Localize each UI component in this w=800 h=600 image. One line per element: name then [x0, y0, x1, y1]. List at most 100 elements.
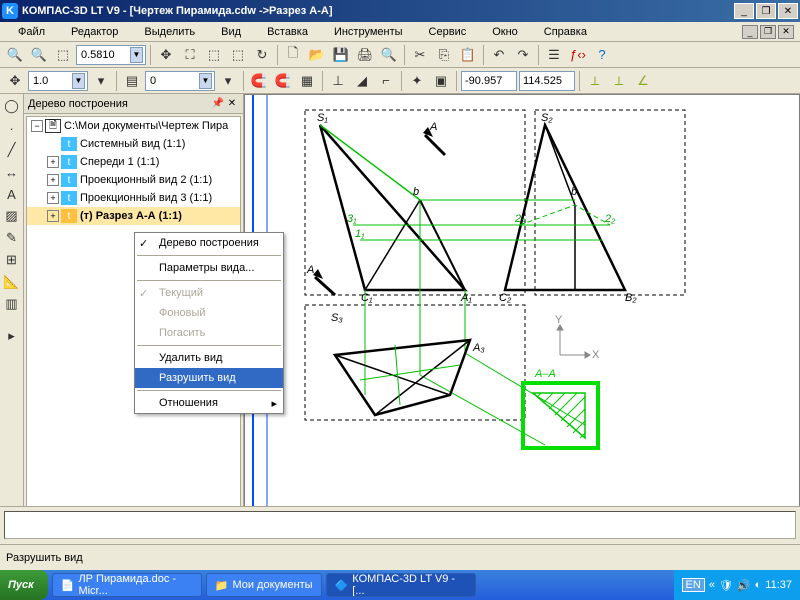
- window-title: КОМПАС-3D LT V9 - [Чертеж Пирамида.cdw -…: [22, 5, 734, 17]
- redo-icon[interactable]: ↷: [512, 44, 534, 66]
- undo-icon[interactable]: ↶: [488, 44, 510, 66]
- zoom-in-icon[interactable]: 🔍: [4, 44, 26, 66]
- line-icon[interactable]: ╱: [2, 140, 22, 160]
- ctx-tree[interactable]: ✓Дерево построения: [135, 233, 283, 253]
- menu-help[interactable]: Справка: [532, 24, 599, 40]
- tree-item[interactable]: +t Спереди 1 (1:1): [27, 153, 240, 171]
- menu-tools[interactable]: Инструменты: [322, 24, 415, 40]
- tree-item-selected[interactable]: +t (т) Разрез А-А (1:1): [27, 207, 240, 225]
- preview-icon[interactable]: 🔍: [378, 44, 400, 66]
- minimize-button[interactable]: _: [734, 3, 754, 19]
- chevron-down-icon[interactable]: ▼: [72, 73, 85, 89]
- tray-icon[interactable]: 🔊: [737, 579, 751, 592]
- edit-icon[interactable]: ✎: [2, 228, 22, 248]
- save-icon[interactable]: 💾: [330, 44, 352, 66]
- panel-close-icon[interactable]: ✕: [225, 97, 239, 111]
- taskbar-task[interactable]: 📁 Мои документы: [206, 573, 322, 597]
- spec-icon[interactable]: ▥: [2, 294, 22, 314]
- mdi-restore-button[interactable]: ❐: [760, 25, 776, 39]
- snap2-icon[interactable]: 🧲: [272, 70, 294, 92]
- param2-icon[interactable]: ⊞: [2, 250, 22, 270]
- lang-indicator[interactable]: EN: [682, 578, 705, 592]
- restore-button[interactable]: ❐: [756, 3, 776, 19]
- drawing-canvas[interactable]: А А X Y А–А S₁S₂: [244, 94, 800, 544]
- system-tray[interactable]: EN « 🛡 🔊 ◐ 11:37: [674, 570, 800, 600]
- param-icon[interactable]: ✦: [406, 70, 428, 92]
- ctx-params[interactable]: Параметры вида...: [135, 258, 283, 278]
- tray-icon[interactable]: ◐: [755, 579, 762, 591]
- mdi-close-button[interactable]: ✕: [778, 25, 794, 39]
- tray-icon[interactable]: «: [709, 579, 715, 591]
- tree-root[interactable]: −🗎 C:\Мои документы\Чертеж Пира: [27, 117, 240, 135]
- menu-edit[interactable]: Редактор: [59, 24, 130, 40]
- dim3-icon[interactable]: ∠: [632, 70, 654, 92]
- layer-combo[interactable]: 0 ▼: [145, 71, 215, 91]
- measure-icon[interactable]: 📐: [2, 272, 22, 292]
- next-view-icon[interactable]: ⬚: [227, 44, 249, 66]
- fit-icon[interactable]: ⛶: [179, 44, 201, 66]
- menu-select[interactable]: Выделить: [132, 24, 207, 40]
- dimension-icon[interactable]: ↔: [2, 162, 22, 182]
- zoom-combo[interactable]: 0.5810 ▼: [76, 45, 146, 65]
- zoom-out-icon[interactable]: 🔍: [28, 44, 50, 66]
- menu-window[interactable]: Окно: [480, 24, 530, 40]
- pan-icon[interactable]: ✥: [155, 44, 177, 66]
- cut-icon[interactable]: ✂: [409, 44, 431, 66]
- hatch-icon[interactable]: ▨: [2, 206, 22, 226]
- menu-view[interactable]: Вид: [209, 24, 253, 40]
- mdi-minimize-button[interactable]: _: [742, 25, 758, 39]
- open-icon[interactable]: 📂: [306, 44, 328, 66]
- dropdown-icon[interactable]: ▾: [90, 70, 112, 92]
- dim2-icon[interactable]: ⟂: [608, 70, 630, 92]
- tree-item[interactable]: +t Проекционный вид 3 (1:1): [27, 189, 240, 207]
- constraints-icon[interactable]: ▣: [430, 70, 452, 92]
- variables-icon[interactable]: ƒ‹›: [567, 44, 589, 66]
- rounding-icon[interactable]: ◢: [351, 70, 373, 92]
- taskbar-task-active[interactable]: 🔷 КОМПАС-3D LT V9 - [...: [326, 573, 476, 597]
- layer-select-icon[interactable]: ✥: [4, 70, 26, 92]
- print-icon[interactable]: 🖨: [354, 44, 376, 66]
- menu-file[interactable]: Файл: [6, 24, 57, 40]
- expand-icon[interactable]: ▸: [2, 326, 22, 346]
- close-button[interactable]: ✕: [778, 3, 798, 19]
- start-button[interactable]: Пуск: [0, 570, 48, 600]
- pin-icon[interactable]: 📌: [211, 97, 225, 111]
- zoom-window-icon[interactable]: ⬚: [52, 44, 74, 66]
- help-icon[interactable]: ?: [591, 44, 613, 66]
- dim-icon[interactable]: ⟂: [584, 70, 606, 92]
- ctx-destroy[interactable]: Разрушить вид: [135, 368, 283, 388]
- taskbar-task[interactable]: 📄 ЛР Пирамида.doc - Micr...: [52, 573, 202, 597]
- grid-icon[interactable]: ▦: [296, 70, 318, 92]
- menu-service[interactable]: Сервис: [417, 24, 479, 40]
- clock[interactable]: 11:37: [765, 579, 792, 591]
- tree-item[interactable]: +t Проекционный вид 2 (1:1): [27, 171, 240, 189]
- ctx-delete[interactable]: Удалить вид: [135, 348, 283, 368]
- snap1-icon[interactable]: 🧲: [248, 70, 270, 92]
- properties-icon[interactable]: ☰: [543, 44, 565, 66]
- point-icon[interactable]: ·: [2, 118, 22, 138]
- coord-x-field[interactable]: -90.957: [461, 71, 517, 91]
- ctx-bg: Фоновый: [135, 303, 283, 323]
- geometry-icon[interactable]: ◯: [2, 96, 22, 116]
- new-icon[interactable]: 🗋: [282, 44, 304, 66]
- prev-view-icon[interactable]: ⬚: [203, 44, 225, 66]
- ortho-icon[interactable]: ⊥: [327, 70, 349, 92]
- ctx-relations[interactable]: Отношения▸: [135, 393, 283, 413]
- menu-insert[interactable]: Вставка: [255, 24, 320, 40]
- chevron-down-icon[interactable]: ▼: [130, 47, 143, 63]
- text-icon[interactable]: A: [2, 184, 22, 204]
- scale-combo[interactable]: 1.0 ▼: [28, 71, 88, 91]
- dropdown-icon[interactable]: ▾: [217, 70, 239, 92]
- redraw-icon[interactable]: ↻: [251, 44, 273, 66]
- local-cs-icon[interactable]: ⌐: [375, 70, 397, 92]
- layers-icon[interactable]: ▤: [121, 70, 143, 92]
- chevron-down-icon[interactable]: ▼: [199, 73, 212, 89]
- tree-item[interactable]: t Системный вид (1:1): [27, 135, 240, 153]
- toolbar-2: ✥ 1.0 ▼ ▾ ▤ 0 ▼ ▾ 🧲 🧲 ▦ ⊥ ◢ ⌐ ✦ ▣ -90.95…: [0, 68, 800, 94]
- paste-icon[interactable]: 📋: [457, 44, 479, 66]
- left-toolbar: ◯ · ╱ ↔ A ▨ ✎ ⊞ 📐 ▥ ▸: [0, 94, 24, 544]
- coord-y-field[interactable]: 114.525: [519, 71, 575, 91]
- scale-value: 1.0: [33, 75, 72, 87]
- tray-icon[interactable]: 🛡: [719, 579, 733, 592]
- copy-icon[interactable]: ⎘: [433, 44, 455, 66]
